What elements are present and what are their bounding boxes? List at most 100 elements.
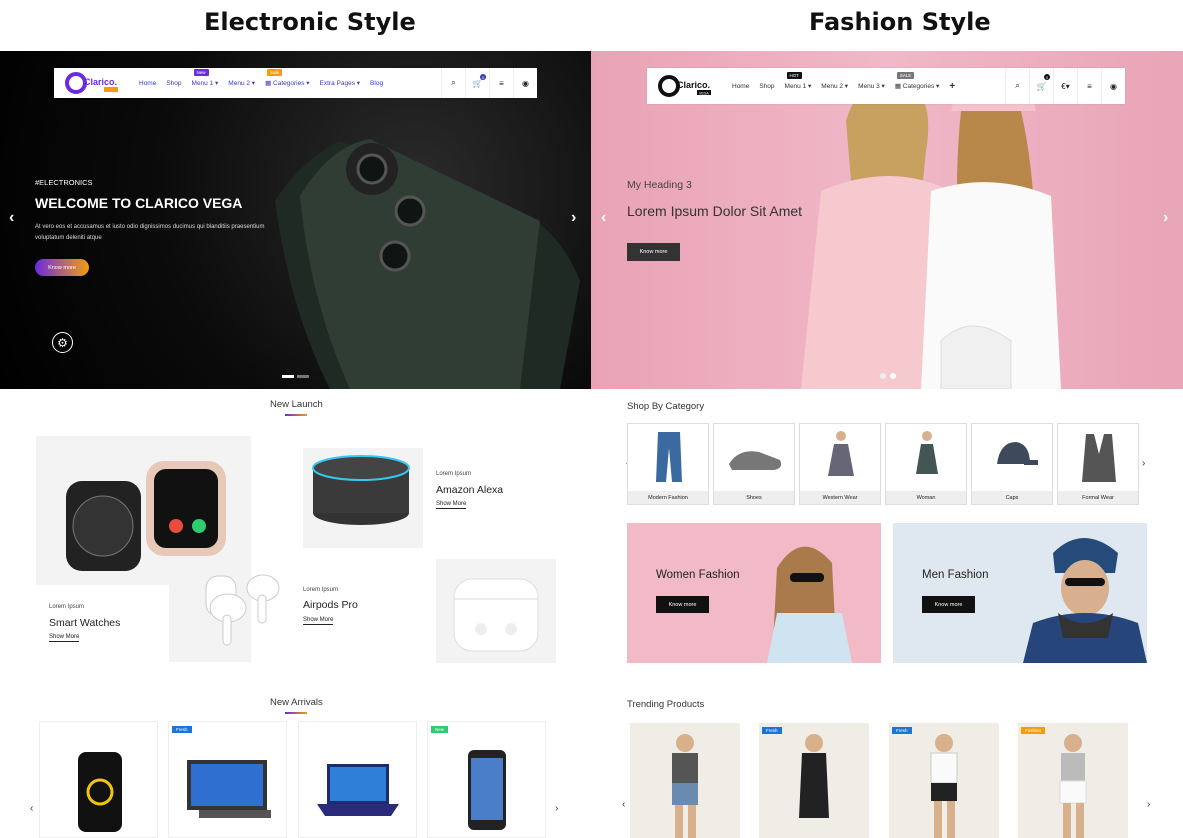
next-slide-arrow[interactable]: ›	[1163, 209, 1168, 227]
slider-dot[interactable]	[880, 373, 886, 379]
men-know-more-button[interactable]: Know more	[922, 596, 975, 613]
nav-shop[interactable]: Shop	[166, 80, 181, 87]
grid-icon: ▦	[265, 80, 272, 87]
product-image	[799, 734, 829, 818]
new-badge: New	[431, 726, 449, 733]
user-icon[interactable]: ◉	[1101, 68, 1125, 104]
clarico-vega-logo[interactable]: Clarico. VEGA	[657, 74, 715, 98]
user-icon[interactable]: ◉	[513, 68, 537, 98]
fashion-column: Clarico. VEGA Home Shop HOT Menu 1 ▾ Menu …	[591, 51, 1183, 838]
slider-dot[interactable]	[282, 375, 294, 378]
clarico-logo[interactable]: Clarico.	[64, 71, 122, 95]
search-icon[interactable]: ⌕	[1005, 68, 1029, 104]
product-image	[187, 760, 271, 818]
smart-watch-title: Smart Watches	[49, 617, 121, 629]
know-more-button[interactable]: Know more	[627, 243, 680, 261]
cart-icon[interactable]: 🛒 0	[465, 68, 489, 98]
nav-categories-label: Categories	[273, 80, 305, 87]
currency-label: €	[1061, 81, 1066, 91]
airpods-case-card[interactable]	[436, 559, 556, 663]
electronic-hero: Clarico. Home Shop New Menu 1 ▾ Menu 2 ▾ …	[0, 51, 591, 389]
category-card[interactable]: Western Wear	[799, 423, 881, 505]
slider-dots	[282, 375, 309, 378]
shop-by-category-title: Shop By Category	[627, 401, 705, 412]
product-card[interactable]	[298, 721, 417, 838]
airpods-show-more[interactable]: Show More	[303, 617, 334, 625]
product-card[interactable]: Fresh	[168, 721, 287, 838]
product-card[interactable]: New	[427, 721, 546, 838]
category-label: Shoes	[714, 491, 794, 504]
nav-menu-2[interactable]: Menu 2 ▾	[228, 79, 255, 87]
western-wear-image	[828, 431, 854, 476]
product-image	[78, 752, 122, 832]
prev-slide-arrow[interactable]: ‹	[601, 209, 606, 227]
hero-kicker: #ELECTRONICS	[35, 178, 93, 187]
cart-icon[interactable]: 🛒 0	[1029, 68, 1053, 104]
women-fashion-banner[interactable]: Women Fashion Know more	[627, 523, 881, 663]
category-label: Western Wear	[800, 491, 880, 504]
trending-product-card[interactable]: Fresh	[889, 723, 999, 838]
search-icon[interactable]: ⌕	[441, 68, 465, 98]
alexa-show-more[interactable]: Show More	[436, 501, 467, 509]
jeans-image	[656, 432, 682, 482]
nav-menu-3-label: Menu 3	[858, 83, 880, 90]
trending-next-arrow[interactable]: ›	[1147, 799, 1150, 810]
men-fashion-banner[interactable]: Men Fashion Know more	[893, 523, 1147, 663]
logo-subtext: VEGA	[699, 92, 709, 96]
logo-text: Clarico.	[677, 80, 710, 90]
smart-watch-show-more[interactable]: Show More	[49, 634, 80, 642]
category-card[interactable]: Caps	[971, 423, 1053, 505]
arrivals-next-arrow[interactable]: ›	[555, 803, 558, 814]
plus-icon[interactable]: +	[949, 81, 955, 92]
new-launch-title: New Launch	[270, 399, 323, 410]
nav-home[interactable]: Home	[732, 83, 749, 90]
nav-home[interactable]: Home	[139, 80, 156, 87]
trending-prev-arrow[interactable]: ‹	[622, 799, 625, 810]
woman-image	[916, 431, 938, 474]
trending-product-card[interactable]: Fashion	[1018, 723, 1128, 838]
nav-blog[interactable]: Blog	[370, 80, 383, 87]
sliders-icon[interactable]: ≡	[489, 68, 513, 98]
category-label: Woman	[886, 491, 966, 504]
alexa-title: Amazon Alexa	[436, 484, 504, 496]
sliders-icon[interactable]: ≡	[1077, 68, 1101, 104]
product-card[interactable]	[39, 721, 158, 838]
slider-dot[interactable]	[297, 375, 309, 378]
arrivals-prev-arrow[interactable]: ‹	[30, 803, 33, 814]
next-slide-arrow[interactable]: ›	[571, 209, 576, 227]
nav-shop[interactable]: Shop	[759, 83, 774, 90]
nav-menu-1[interactable]: HOT Menu 1 ▾	[785, 72, 811, 90]
women-know-more-button[interactable]: Know more	[656, 596, 709, 613]
grid-icon: ▦	[894, 83, 901, 90]
know-more-button[interactable]: Know more	[35, 259, 89, 276]
category-card[interactable]: Formal Wear	[1057, 423, 1139, 505]
nav-categories[interactable]: Sale ▦ Categories ▾	[265, 69, 310, 87]
nav-extra-pages-label: Extra Pages	[319, 80, 355, 87]
category-next-arrow[interactable]: ›	[1142, 458, 1145, 469]
trending-product-card[interactable]: Fresh	[759, 723, 869, 838]
phone-image	[275, 139, 580, 389]
gear-icon[interactable]: ⚙	[52, 332, 73, 353]
woman-model-image	[767, 546, 852, 663]
airpods-kicker: Lorem Ipsum	[303, 587, 339, 593]
electronic-style-heading: Electronic Style	[204, 8, 416, 36]
sale-tag: SALE	[896, 72, 915, 79]
category-card[interactable]: Shoes	[713, 423, 795, 505]
slider-dot[interactable]	[890, 373, 896, 379]
alexa-card[interactable]	[303, 448, 423, 548]
nav-menu-1[interactable]: New Menu 1 ▾	[192, 69, 218, 87]
nav-menu-3[interactable]: Menu 3 ▾	[858, 82, 885, 90]
nav-categories[interactable]: SALE ▦ Categories ▾	[894, 72, 939, 90]
trending-product-card[interactable]	[630, 723, 740, 838]
category-card[interactable]: Woman	[885, 423, 967, 505]
nav-menu-2[interactable]: Menu 2 ▾	[821, 82, 848, 90]
fashion-hero: Clarico. VEGA Home Shop HOT Menu 1 ▾ Menu …	[591, 51, 1183, 389]
svg-text:Clarico.: Clarico.	[84, 77, 117, 87]
prev-slide-arrow[interactable]: ‹	[9, 209, 14, 227]
category-card[interactable]: Modern Fashion	[627, 423, 709, 505]
nav-extra-pages[interactable]: Extra Pages ▾	[320, 79, 361, 87]
shoes-image	[729, 451, 782, 470]
men-fashion-title: Men Fashion	[922, 569, 989, 581]
product-image	[930, 734, 958, 838]
currency-selector[interactable]: € ▾	[1053, 68, 1077, 104]
